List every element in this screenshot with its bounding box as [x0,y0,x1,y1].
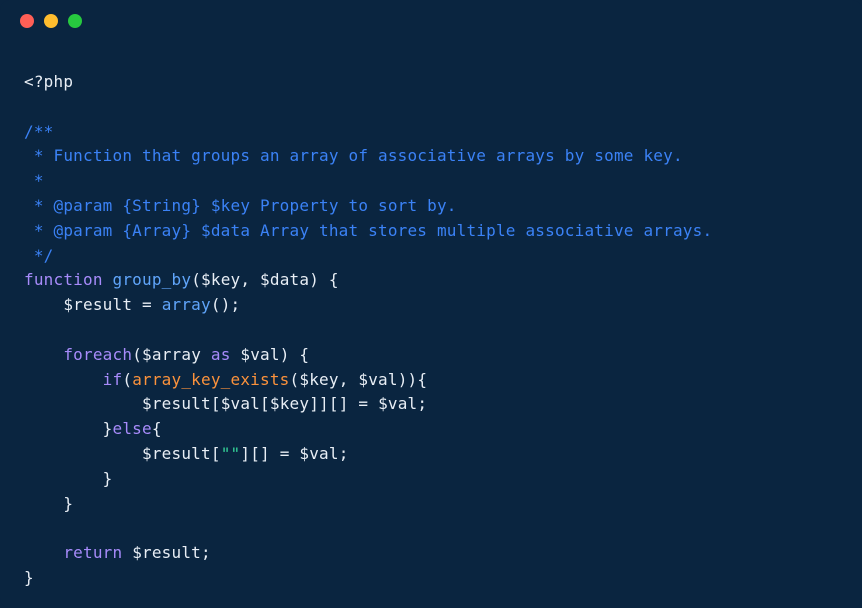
indent [24,444,142,463]
brace-open: { [152,419,162,438]
func-array-key-exists: array_key_exists [132,370,289,389]
var-result: $result [63,295,132,314]
function-name: group_by [113,270,192,289]
paren-close: ) [309,270,319,289]
bracket-assign: ][] = [240,444,299,463]
docblock-close: */ [24,246,54,265]
docblock-blank: * [24,171,44,190]
string-empty: "" [221,444,241,463]
var-result: $result [142,394,211,413]
keyword-foreach: foreach [63,345,132,364]
brace-close: } [24,568,34,587]
keyword-if: if [103,370,123,389]
docblock-param1: * @param {String} $key Property to sort … [24,196,457,215]
var-result: $result [132,543,201,562]
param-data: $data [260,270,309,289]
window-titlebar [0,0,862,42]
close-braces: )){ [398,370,428,389]
brace-close: } [24,469,113,488]
bracket: [ [260,394,270,413]
code-window: <?php /** * Function that groups an arra… [0,0,862,608]
brace-close: } [24,419,113,438]
assign: = [132,295,162,314]
space [122,543,132,562]
bracket: [ [211,444,221,463]
minimize-icon[interactable] [44,14,58,28]
semicolon: ; [339,444,349,463]
var-key: $key [299,370,338,389]
docblock-param2: * @param {Array} $data Array that stores… [24,221,712,240]
paren-brace: ) { [280,345,310,364]
var-val: $val [240,345,279,364]
zoom-icon[interactable] [68,14,82,28]
php-open-tag: <?php [24,72,73,91]
paren-open: ( [290,370,300,389]
var-val: $val [378,394,417,413]
code-content: <?php /** * Function that groups an arra… [0,42,862,608]
var-val: $val [221,394,260,413]
var-array: $array [142,345,201,364]
close-icon[interactable] [20,14,34,28]
bracket-assign: ]][] = [309,394,378,413]
bracket: [ [211,394,221,413]
semicolon: ; [417,394,427,413]
brace-close: } [24,494,73,513]
param-key: $key [201,270,240,289]
indent [24,394,142,413]
indent [24,295,63,314]
indent [24,345,63,364]
array-func: array [162,295,211,314]
var-val: $val [358,370,397,389]
comma: , [339,370,359,389]
indent [24,370,103,389]
var-key: $key [270,394,309,413]
brace-open: { [319,270,339,289]
keyword-else: else [113,419,152,438]
var-val: $val [299,444,338,463]
comma: , [240,270,260,289]
paren-open: ( [122,370,132,389]
space [231,345,241,364]
semicolon: ; [201,543,211,562]
paren-open: ( [132,345,142,364]
keyword-function: function [24,270,103,289]
paren-open: ( [191,270,201,289]
keyword-as: as [211,345,231,364]
docblock-desc: * Function that groups an array of assoc… [24,146,683,165]
indent [24,543,63,562]
docblock-open: /** [24,122,54,141]
space [201,345,211,364]
call-empty: (); [211,295,241,314]
keyword-return: return [63,543,122,562]
var-result: $result [142,444,211,463]
